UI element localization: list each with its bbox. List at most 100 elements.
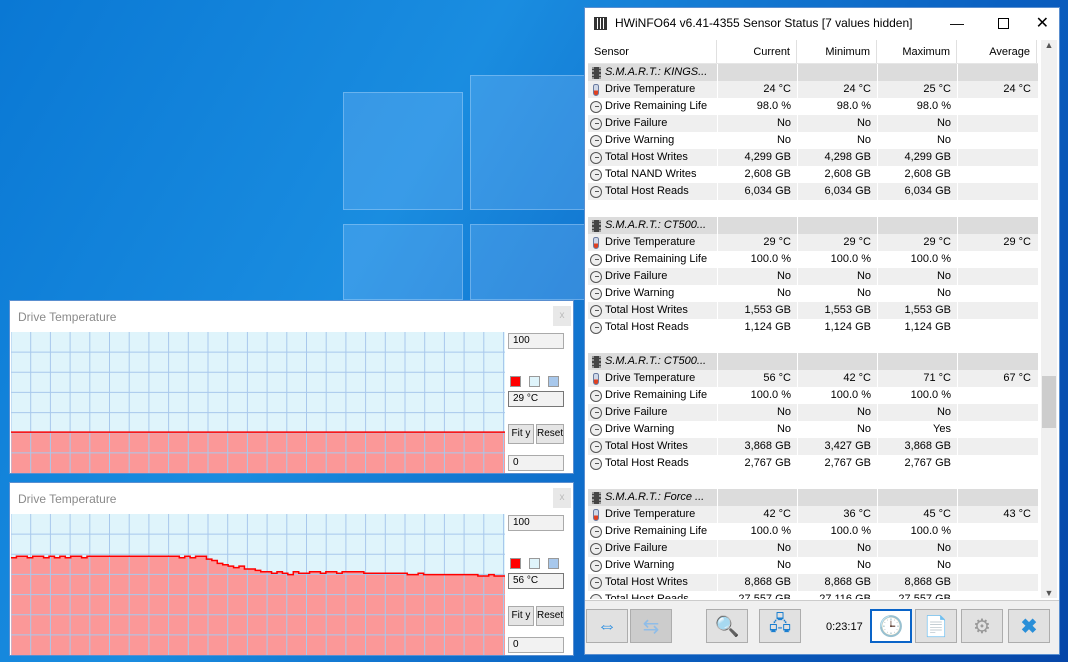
minimum-value: 100.0 % xyxy=(797,251,877,268)
column-sensor[interactable]: Sensor xyxy=(588,40,717,63)
graph-svg xyxy=(11,332,505,473)
empty-cell xyxy=(717,353,797,370)
scrollbar-thumb[interactable] xyxy=(1042,376,1056,428)
average-value xyxy=(957,285,1037,302)
maximum-value: 3,868 GB xyxy=(877,438,957,455)
sensor-row[interactable]: Total Host Writes3,868 GB3,427 GB3,868 G… xyxy=(588,438,1038,455)
sensor-name: Drive Remaining Life xyxy=(605,251,707,268)
column-current[interactable]: Current xyxy=(717,40,797,63)
y-max-field[interactable]: 100 xyxy=(508,515,564,531)
empty-cell xyxy=(877,353,957,370)
sensor-group-header[interactable]: S.M.A.R.T.: CT500... xyxy=(588,353,1038,370)
sensor-row[interactable]: Drive FailureNoNoNo xyxy=(588,268,1038,285)
sensor-row[interactable]: Drive Remaining Life98.0 %98.0 %98.0 % xyxy=(588,98,1038,115)
sensor-row[interactable]: Total Host Reads1,124 GB1,124 GB1,124 GB xyxy=(588,319,1038,336)
maximum-value: 6,034 GB xyxy=(877,183,957,200)
gauge-icon xyxy=(590,322,602,334)
graph-window-1[interactable]: Drive Temperaturex10029 °CFit yReset0 xyxy=(9,300,574,474)
sensor-group-header[interactable]: S.M.A.R.T.: KINGS... xyxy=(588,64,1038,81)
clock-reset-button[interactable]: 🕒 xyxy=(870,609,912,643)
sensor-list: S.M.A.R.T.: KINGS...Drive Temperature24 … xyxy=(588,64,1038,599)
sensor-row[interactable]: Drive Temperature56 °C42 °C71 °C67 °C xyxy=(588,370,1038,387)
sensor-row[interactable]: Drive Temperature29 °C29 °C29 °C29 °C xyxy=(588,234,1038,251)
sensor-row[interactable]: Drive Remaining Life100.0 %100.0 %100.0 … xyxy=(588,523,1038,540)
sensor-row[interactable]: Drive WarningNoNoNo xyxy=(588,285,1038,302)
sensor-row[interactable]: Total NAND Writes2,608 GB2,608 GB2,608 G… xyxy=(588,166,1038,183)
reset-button[interactable]: Reset xyxy=(536,424,564,444)
sensor-row[interactable]: Total Host Reads27,557 GB27,116 GB27,557… xyxy=(588,591,1038,599)
column-average[interactable]: Average xyxy=(957,40,1037,63)
sensor-name-cell: Total Host Writes xyxy=(588,149,717,166)
sensor-row[interactable]: Drive FailureNoNoNo xyxy=(588,404,1038,421)
minimum-value: 8,868 GB xyxy=(797,574,877,591)
network-button[interactable]: 🖧 xyxy=(759,609,801,643)
sensor-row[interactable]: Total Host Reads2,767 GB2,767 GB2,767 GB xyxy=(588,455,1038,472)
current-value: 100.0 % xyxy=(717,387,797,404)
sensor-row[interactable]: Drive FailureNoNoNo xyxy=(588,115,1038,132)
maximum-value: No xyxy=(877,285,957,302)
sensor-name: Total Host Reads xyxy=(605,319,689,336)
sensor-row[interactable]: Drive WarningNoNoNo xyxy=(588,132,1038,149)
title-bar[interactable]: HWiNFO64 v6.41-4355 Sensor Status [7 val… xyxy=(585,8,1059,38)
grid-color-swatch[interactable] xyxy=(548,376,559,387)
current-value: 2,767 GB xyxy=(717,455,797,472)
sensor-group-header[interactable]: S.M.A.R.T.: Force ... xyxy=(588,489,1038,506)
y-min-field[interactable]: 0 xyxy=(508,455,564,471)
empty-cell xyxy=(877,472,957,489)
sensor-row[interactable]: Total Host Writes4,299 GB4,298 GB4,299 G… xyxy=(588,149,1038,166)
collapse-columns-button[interactable]: ⇆ xyxy=(630,609,672,643)
fit-y-button[interactable]: Fit y xyxy=(508,606,534,626)
settings-button[interactable]: ⚙ xyxy=(961,609,1003,643)
sensor-name-cell: Drive Warning xyxy=(588,132,717,149)
sensor-row[interactable]: Total Host Reads6,034 GB6,034 GB6,034 GB xyxy=(588,183,1038,200)
sensor-name-cell: Total Host Reads xyxy=(588,183,717,200)
background-color-swatch[interactable] xyxy=(529,558,540,569)
grid-color-swatch[interactable] xyxy=(548,558,559,569)
graph-window-2[interactable]: Drive Temperaturex10056 °CFit yReset0 xyxy=(9,482,574,656)
close-button[interactable]: ✕ xyxy=(1036,13,1049,33)
sensor-row[interactable]: Drive Temperature42 °C36 °C45 °C43 °C xyxy=(588,506,1038,523)
empty-cell xyxy=(957,472,1037,489)
fit-y-button[interactable]: Fit y xyxy=(508,424,534,444)
logging-button[interactable]: 📄 xyxy=(915,609,957,643)
line-color-swatch[interactable] xyxy=(510,376,521,387)
graph-close-button[interactable]: x xyxy=(553,488,571,508)
column-minimum[interactable]: Minimum xyxy=(797,40,877,63)
sensor-row[interactable]: Drive WarningNoNoYes xyxy=(588,421,1038,438)
sensor-row[interactable]: Drive Temperature24 °C24 °C25 °C24 °C xyxy=(588,81,1038,98)
minimum-value: 2,608 GB xyxy=(797,166,877,183)
current-value: 6,034 GB xyxy=(717,183,797,200)
background-color-swatch[interactable] xyxy=(529,376,540,387)
minimize-button[interactable]: — xyxy=(950,15,964,31)
graph-title: Drive Temperature xyxy=(18,310,116,324)
close-sensors-button[interactable]: ✖ xyxy=(1008,609,1050,643)
maximize-button[interactable] xyxy=(998,18,1009,29)
sensor-row[interactable]: Drive WarningNoNoNo xyxy=(588,557,1038,574)
current-value-field: 56 °C xyxy=(508,573,564,589)
scroll-down-icon[interactable]: ▼ xyxy=(1041,588,1057,598)
sensor-search-button[interactable]: 🔍 xyxy=(706,609,748,643)
vertical-scrollbar[interactable]: ▲ ▼ xyxy=(1041,40,1057,598)
sensor-row[interactable]: Total Host Writes1,553 GB1,553 GB1,553 G… xyxy=(588,302,1038,319)
sensor-row[interactable]: Drive Remaining Life100.0 %100.0 %100.0 … xyxy=(588,387,1038,404)
sensor-row[interactable]: Drive FailureNoNoNo xyxy=(588,540,1038,557)
graph-plot-area xyxy=(11,332,505,473)
column-maximum[interactable]: Maximum xyxy=(877,40,957,63)
sensor-group-header[interactable]: S.M.A.R.T.: CT500... xyxy=(588,217,1038,234)
y-max-field[interactable]: 100 xyxy=(508,333,564,349)
y-min-field[interactable]: 0 xyxy=(508,637,564,653)
average-value xyxy=(957,268,1037,285)
minimum-value: No xyxy=(797,268,877,285)
reset-button[interactable]: Reset xyxy=(536,606,564,626)
scroll-up-icon[interactable]: ▲ xyxy=(1041,40,1057,50)
chip-icon xyxy=(592,492,601,504)
average-value xyxy=(957,183,1037,200)
sensor-name: Drive Temperature xyxy=(605,81,695,98)
expand-columns-button[interactable]: ⇔ xyxy=(586,609,628,643)
line-color-swatch[interactable] xyxy=(510,558,521,569)
empty-cell xyxy=(877,200,957,217)
sensor-row[interactable]: Drive Remaining Life100.0 %100.0 %100.0 … xyxy=(588,251,1038,268)
current-value: 29 °C xyxy=(717,234,797,251)
sensor-row[interactable]: Total Host Writes8,868 GB8,868 GB8,868 G… xyxy=(588,574,1038,591)
graph-close-button[interactable]: x xyxy=(553,306,571,326)
